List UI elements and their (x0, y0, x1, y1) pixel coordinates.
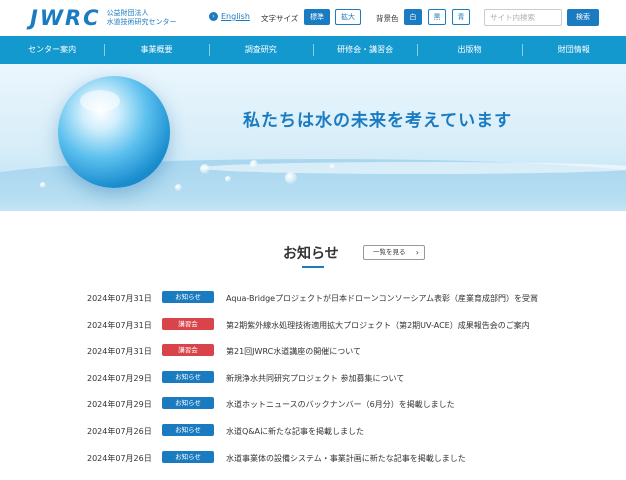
nav-item-center-guide[interactable]: センター案内 (0, 36, 104, 64)
news-date: 2024年07月29日 (87, 400, 152, 409)
news-link[interactable]: 第21回JWRC水道講座の開催について (226, 346, 361, 357)
arrow-right-circle-icon: › (209, 12, 218, 21)
view-all-label: 一覧を見る (373, 248, 406, 256)
news-item: 2024年07月26日 お知らせ 水道Q&Aに新たな記事を掲載しました (0, 418, 626, 444)
font-size-label: 文字サイズ (261, 14, 299, 23)
news-category-badge: 講習会 (162, 318, 214, 330)
bubble (330, 164, 335, 169)
search-button[interactable]: 検索 (567, 9, 599, 26)
site-logo[interactable]: JWRC 公益財団法人 水道技術研究センター (30, 7, 177, 29)
news-category-badge: お知らせ (162, 451, 214, 463)
bg-black-button[interactable]: 黒 (428, 9, 446, 25)
news-link[interactable]: 水道Q&Aに新たな記事を掲載しました (226, 426, 364, 437)
logo-line-2: 水道技術研究センター (106, 18, 177, 26)
water-globe-image (58, 76, 170, 188)
bubble (225, 176, 231, 182)
news-category-badge: 講習会 (162, 344, 214, 356)
news-date: 2024年07月29日 (87, 374, 152, 383)
news-section-title: お知らせ (283, 246, 339, 262)
bg-blue-button[interactable]: 青 (452, 9, 470, 25)
site-search-input[interactable] (484, 9, 562, 26)
news-link[interactable]: 水道事業体の設備システム・事業計画に新たな記事を掲載しました (226, 453, 466, 464)
bg-color-label: 背景色 (376, 14, 399, 23)
chevron-right-icon: › (415, 248, 419, 257)
nav-item-seminars[interactable]: 研修会・講習会 (312, 36, 417, 64)
site-header: JWRC 公益財団法人 水道技術研究センター › English 文字サイズ 標… (0, 0, 626, 36)
logo-mark: JWRC (30, 6, 101, 30)
english-link-label: English (221, 12, 250, 21)
news-link[interactable]: 新規浄水共同研究プロジェクト 参加募集について (226, 373, 404, 384)
font-size-standard-button[interactable]: 標準 (304, 9, 330, 25)
bubble (175, 184, 182, 191)
news-date: 2024年07月26日 (87, 454, 152, 463)
news-item: 2024年07月31日 お知らせ Aqua-Bridgeプロジェクトが日本ドロー… (0, 285, 626, 311)
hero-tagline: 私たちは水の未来を考えています (243, 111, 513, 131)
news-title-underline (302, 266, 324, 268)
news-category-badge: お知らせ (162, 291, 214, 303)
bubble (250, 160, 258, 168)
global-nav: センター案内 事業概要 調査研究 研修会・講習会 出版物 財団情報 (0, 36, 626, 64)
nav-item-research[interactable]: 調査研究 (208, 36, 313, 64)
news-category-badge: お知らせ (162, 371, 214, 383)
hero-banner: 私たちは水の未来を考えています (0, 64, 626, 211)
nav-item-publications[interactable]: 出版物 (417, 36, 521, 64)
news-item: 2024年07月31日 講習会 第21回JWRC水道講座の開催について (0, 338, 626, 364)
news-date: 2024年07月31日 (87, 321, 152, 330)
news-link[interactable]: 第2期紫外線水処理技術適用拡大プロジェクト（第2期UV-ACE）成果報告会のご案… (226, 320, 530, 331)
news-link[interactable]: 水道ホットニュースのバックナンバー（6月分）を掲載しました (226, 399, 455, 410)
logo-org-name: 公益財団法人 水道技術研究センター (107, 9, 177, 27)
news-category-badge: お知らせ (162, 424, 214, 436)
news-date: 2024年07月26日 (87, 427, 152, 436)
news-view-all-button[interactable]: 一覧を見る › (363, 245, 425, 260)
news-date: 2024年07月31日 (87, 294, 152, 303)
news-item: 2024年07月29日 お知らせ 水道ホットニュースのバックナンバー（6月分）を… (0, 391, 626, 417)
news-date: 2024年07月31日 (87, 347, 152, 356)
bg-white-button[interactable]: 白 (404, 9, 422, 25)
nav-item-foundation-info[interactable]: 財団情報 (521, 36, 626, 64)
news-item: 2024年07月29日 お知らせ 新規浄水共同研究プロジェクト 参加募集について (0, 365, 626, 391)
font-size-large-button[interactable]: 拡大 (335, 9, 361, 25)
news-item: 2024年07月26日 お知らせ 水道事業体の設備システム・事業計画に新たな記事… (0, 445, 626, 471)
news-item: 2024年07月31日 講習会 第2期紫外線水処理技術適用拡大プロジェクト（第2… (0, 312, 626, 338)
bubble (40, 182, 46, 188)
hero-wave-highlight (200, 162, 626, 174)
logo-line-1: 公益財団法人 (106, 9, 149, 17)
news-category-badge: お知らせ (162, 397, 214, 409)
bubble (200, 164, 210, 174)
english-link[interactable]: › English (209, 12, 250, 21)
bubble (285, 172, 297, 184)
news-link[interactable]: Aqua-Bridgeプロジェクトが日本ドローンコンソーシアム表彰（産業育成部門… (226, 293, 538, 304)
nav-item-business-overview[interactable]: 事業概要 (104, 36, 208, 64)
